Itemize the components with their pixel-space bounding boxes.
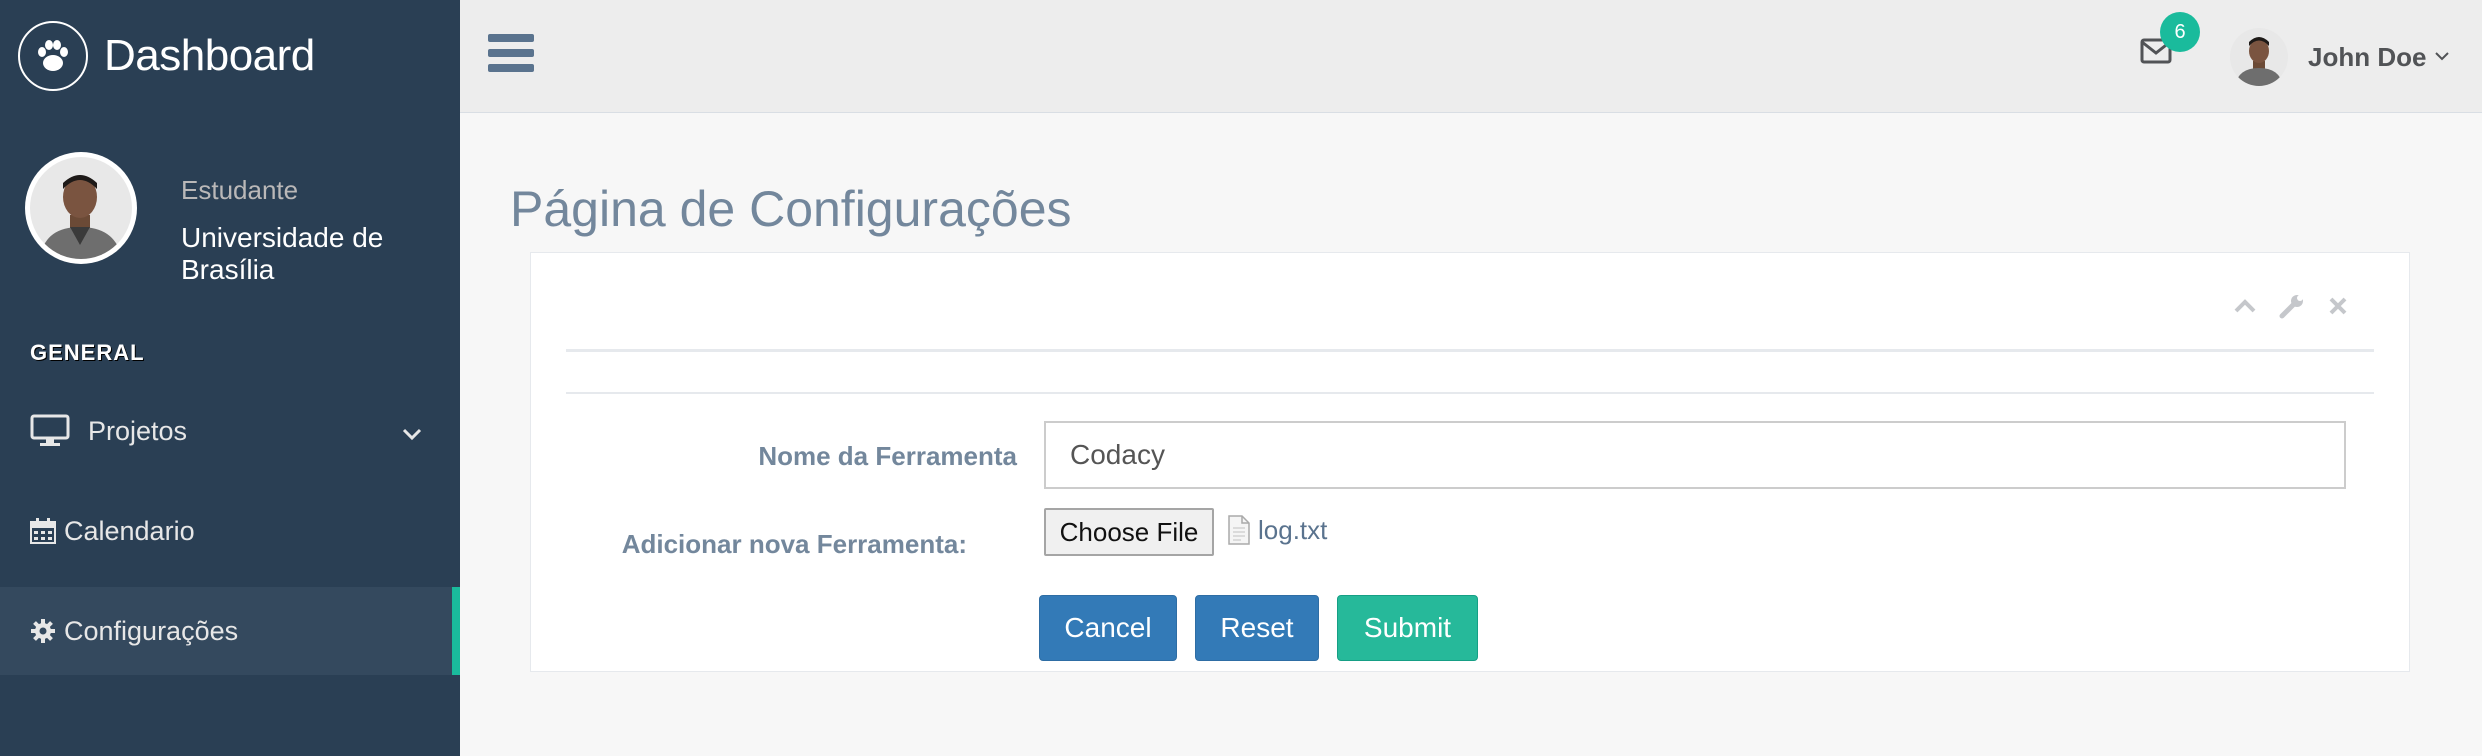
divider [566,349,2374,352]
wrench-icon[interactable] [2279,293,2305,319]
mail-count-badge: 6 [2160,12,2200,52]
settings-panel: Nome da Ferramenta Adicionar nova Ferram… [530,252,2410,672]
sidebar-item-projetos[interactable]: Projetos [0,387,460,475]
paw-icon [18,21,88,91]
menu-toggle-icon[interactable] [488,34,534,76]
sidebar-item-label: Calendario [64,515,195,546]
choose-file-button[interactable]: Choose File [1044,508,1214,556]
collapse-icon[interactable] [2233,293,2257,319]
avatar [2230,28,2288,86]
profile-avatar [25,152,137,264]
chevron-down-icon [402,417,422,448]
chevron-down-icon [2434,48,2450,66]
profile-university: Universidade de Brasília [181,222,384,285]
brand-title: Dashboard [104,31,315,80]
divider [566,392,2374,394]
tool-name-input[interactable] [1044,421,2346,489]
sidebar-item-label: Configurações [64,615,239,646]
gear-icon [30,618,56,644]
top-navbar: 6 John Doe [460,0,2482,113]
user-name: John Doe [2308,41,2427,72]
submit-button[interactable]: Submit [1337,595,1478,661]
section-title: GENERAL [30,340,145,365]
close-icon[interactable] [2327,293,2349,319]
user-menu[interactable]: John Doe [2230,28,2450,86]
brand[interactable]: Dashboard [18,20,315,92]
calendar-icon [30,518,56,544]
profile-role: Estudante [181,175,299,205]
selected-file-name: log.txt [1258,515,1328,545]
sidebar-item-calendario[interactable]: Calendario [0,487,460,575]
sidebar: Dashboard Estudante Universidade de Bras… [0,0,460,756]
sidebar-item-label: Projetos [88,415,188,446]
sidebar-item-configuracoes[interactable]: Configurações [0,587,460,675]
tool-name-label: Nome da Ferramenta [758,441,1017,471]
panel-toolbox [2233,293,2349,319]
monitor-icon [30,414,70,448]
cancel-button[interactable]: Cancel [1039,595,1177,661]
add-tool-label: Adicionar nova Ferramenta: [621,529,967,559]
page-title: Página de Configurações [510,181,1072,237]
file-icon [1227,515,1251,550]
reset-button[interactable]: Reset [1195,595,1319,661]
